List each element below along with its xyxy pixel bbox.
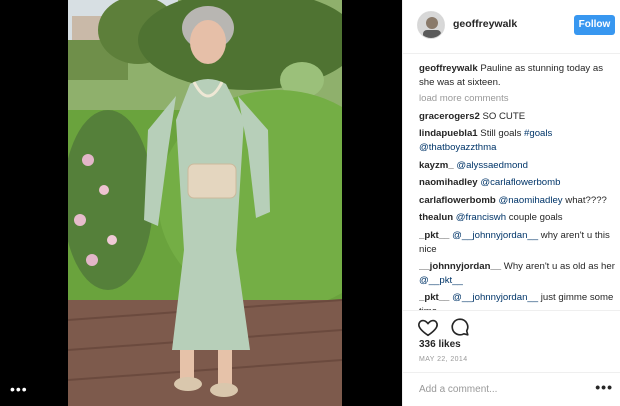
comment-mention-link[interactable]: @__pkt__ (419, 275, 463, 286)
comment-username[interactable]: carlaflowerbomb (419, 195, 496, 206)
post-photo[interactable] (68, 0, 342, 406)
action-icon-bar (417, 316, 477, 338)
comment-username[interactable]: gracerogers2 (419, 111, 480, 122)
comment-username[interactable]: lindapuebla1 (419, 128, 478, 139)
comment-mention-link[interactable]: @__johnnyjordan__ (452, 230, 538, 241)
comments-list[interactable]: geoffreywalk Pauline as stunning today a… (419, 62, 615, 310)
comment-mention-link[interactable]: @naomihadley (498, 195, 562, 206)
post-actions: 336 likes MAY 22, 2014 (403, 310, 620, 363)
comment-username[interactable]: thealun (419, 212, 453, 223)
post-header: geoffreywalk Follow (403, 0, 620, 54)
comment-username[interactable]: kayzm_ (419, 160, 454, 171)
comment-item: lindapuebla1 Still goals #goals @thatboy… (419, 127, 615, 154)
comment-mention-link[interactable]: #goals (524, 128, 552, 139)
comment-username[interactable]: __johnnyjordan__ (419, 261, 501, 272)
comment-item: _pkt__ @__johnnyjordan__ just gimme some… (419, 291, 615, 310)
comment-text: what???? (562, 194, 607, 206)
comment-item: gracerogers2 SO CUTE (419, 110, 615, 124)
comment-mention-link[interactable]: @alyssaedmond (456, 160, 528, 171)
load-more-comments-link[interactable]: load more comments (419, 92, 615, 106)
caption-username[interactable]: geoffreywalk (419, 63, 478, 74)
post-caption: geoffreywalk Pauline as stunning today a… (419, 62, 615, 89)
comment-username[interactable]: _pkt__ (419, 230, 449, 241)
comment-username[interactable]: _pkt__ (419, 292, 449, 303)
comment-thread: gracerogers2 SO CUTE lindapuebla1 Still g… (419, 110, 615, 310)
post-date[interactable]: MAY 22, 2014 (419, 356, 468, 363)
post-sidebar: geoffreywalk Follow geoffreywalk Pauline… (402, 0, 620, 406)
media-pane: ••• (0, 0, 402, 406)
comment-username[interactable]: naomihadley (419, 177, 478, 188)
comment-item: thealun @franciswh couple goals (419, 211, 615, 225)
comment-text: Still goals (477, 128, 525, 140)
comment-mention-link[interactable]: @franciswh (456, 212, 506, 223)
comment-text: couple goals (506, 212, 563, 224)
comment-icon[interactable] (449, 316, 471, 338)
comment-item: kayzm_ @alyssaedmond (419, 159, 615, 173)
comment-item: _pkt__ @__johnnyjordan__ why aren't u th… (419, 229, 615, 256)
comment-mention-link[interactable]: @carlaflowerbomb (480, 177, 560, 188)
comment-text: Why aren't u as old as her (501, 261, 615, 273)
avatar[interactable] (417, 11, 445, 39)
heart-icon[interactable] (417, 316, 439, 338)
comment-item: carlaflowerbomb @naomihadley what???? (419, 194, 615, 208)
header-username[interactable]: geoffreywalk (453, 18, 517, 30)
likes-count[interactable]: 336 likes (419, 339, 461, 350)
comment-text: SO CUTE (479, 110, 526, 122)
comment-mention-link[interactable]: @__johnnyjordan__ (452, 292, 538, 303)
comment-mention-link[interactable]: @thatboyazzthma (419, 142, 496, 153)
media-more-options-icon[interactable]: ••• (10, 382, 28, 396)
add-comment-input[interactable] (419, 381, 589, 397)
comment-item: __johnnyjordan__ Why aren't u as old as … (419, 260, 615, 287)
comment-item: naomihadley @carlaflowerbomb (419, 176, 615, 190)
more-options-icon[interactable]: ••• (595, 379, 613, 395)
follow-button[interactable]: Follow (574, 15, 615, 35)
add-comment-bar: ••• (403, 372, 620, 406)
